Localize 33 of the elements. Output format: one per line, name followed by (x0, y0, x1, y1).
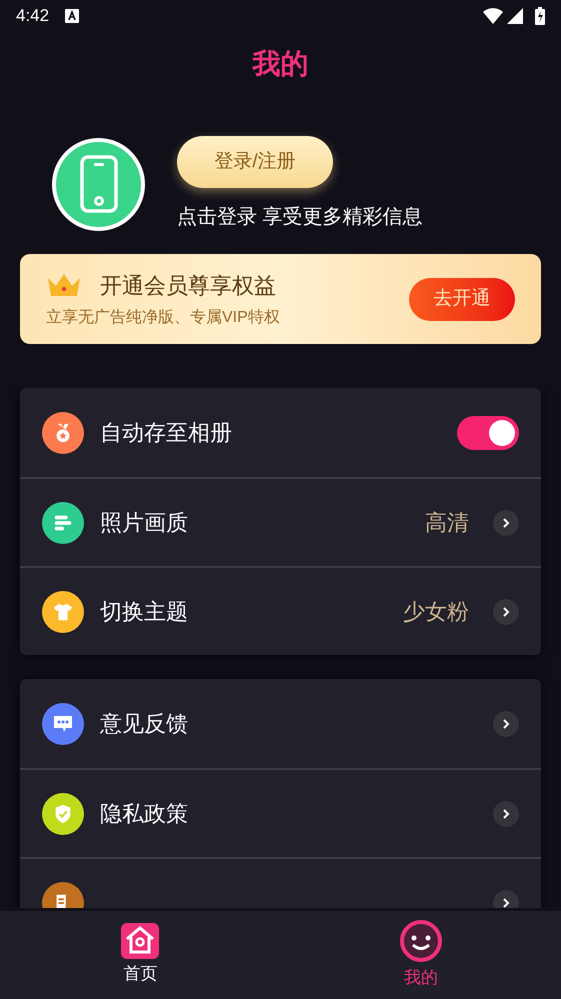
vip-title: 开通会员尊享权益 (100, 272, 276, 300)
settings-value: 少女粉 (403, 598, 469, 626)
chevron-icon (493, 800, 519, 826)
signal-icon (507, 8, 523, 24)
settings-row[interactable]: 切换主题 少女粉 (20, 566, 541, 655)
wifi-icon (483, 8, 503, 24)
battery-icon (535, 7, 545, 25)
crown-icon (46, 272, 82, 298)
settings-label: 自动存至相册 (100, 419, 233, 447)
chevron-icon (493, 890, 519, 908)
login-hint: 点击登录 享受更多精彩信息 (177, 205, 423, 230)
settings-row[interactable]: 自动存至相册 (20, 388, 541, 477)
settings-row[interactable]: 隐私政策 (20, 768, 541, 857)
tab-bar-item[interactable]: 我的 (280, 911, 561, 999)
settings-row[interactable]: 意见反馈 (20, 679, 541, 768)
login-button[interactable]: 登录/注册 (177, 136, 333, 188)
settings-label: 意见反馈 (100, 710, 189, 738)
chevron-icon (493, 710, 519, 736)
page-title: 我的 (252, 47, 308, 81)
status-time: 4:42 (16, 5, 50, 28)
settings-label: 隐私政策 (100, 800, 189, 828)
settings-value: 高清 (425, 509, 469, 537)
settings-label: 照片画质 (100, 509, 189, 537)
tab-bar-item[interactable]: 首页 (0, 911, 280, 999)
chevron-icon (493, 598, 519, 624)
settings-label: 切换主题 (100, 598, 189, 626)
vip-subtitle: 立享无广告纯净版、专属VIP特权 (46, 308, 281, 328)
notification-icon (65, 9, 80, 23)
smiley-icon (398, 919, 443, 964)
home-icon (121, 923, 160, 960)
toggle-switch[interactable] (457, 416, 519, 450)
settings-row[interactable]: 照片画质 高清 (20, 477, 541, 566)
chevron-icon (493, 510, 519, 536)
